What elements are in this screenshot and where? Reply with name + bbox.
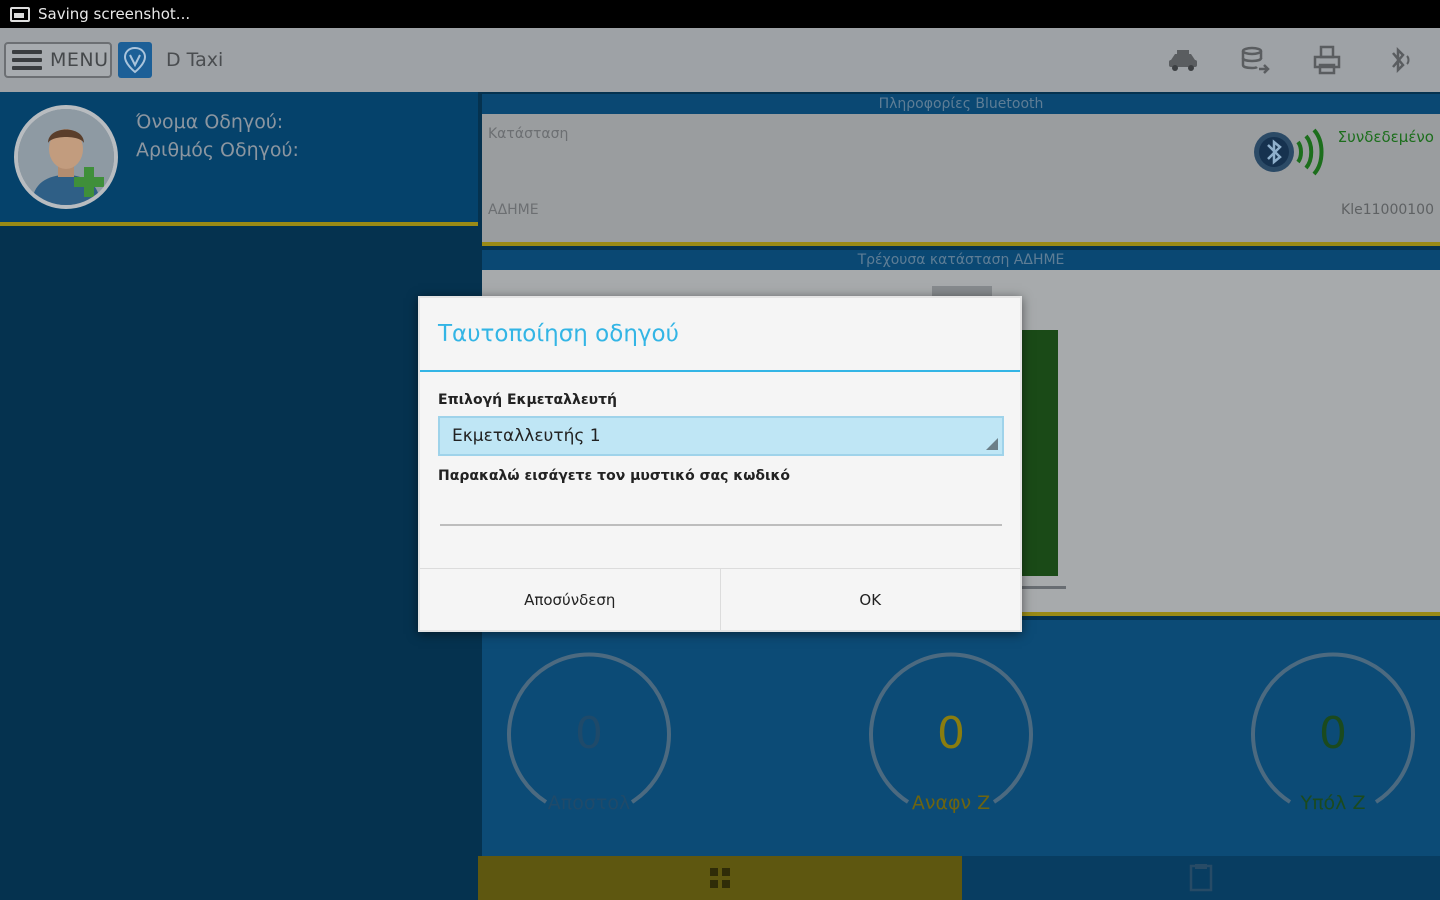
action-bar: MENU D Taxi [0,28,1440,92]
bluetooth-status-label: Κατάσταση [488,126,569,142]
grid-icon [710,868,730,888]
gauge-remaining-z-value: 0 [1319,708,1347,759]
adhme-value: Kle11000100 [1341,202,1434,218]
bluetooth-connected-icon [1252,122,1328,182]
adhme-label: ΑΔΗΜΕ [488,202,539,218]
bluetooth-info-panel: Πληροφορίες Bluetooth Κατάσταση Συνδεδεμ… [482,94,1440,246]
password-input[interactable] [440,512,1002,526]
menu-label: MENU [50,49,109,71]
taxi-icon[interactable] [1166,43,1200,77]
dialog-buttons: Αποσύνδεση OK [420,568,1020,630]
operator-select[interactable]: Εκμεταλλευτής 1 [438,416,1004,456]
status-text: Saving screenshot... [38,5,191,23]
gauge-sent-label: Αποστολ [547,792,631,814]
printer-icon[interactable] [1310,43,1344,77]
gauge-read-z: 0 Αναφν Ζ [866,652,1036,822]
dropdown-corner-icon [986,438,998,450]
operator-selected-value: Εκμεταλλευτής 1 [452,426,601,446]
app-title: D Taxi [166,49,224,71]
screenshot-icon [10,6,30,22]
driver-avatar[interactable] [14,105,118,209]
bottom-tab-bar [478,856,1440,900]
operator-label: Επιλογή Εκμεταλλευτή [438,392,617,408]
gauge-read-z-value: 0 [937,708,965,759]
tab-receipts[interactable] [962,856,1440,900]
logout-button[interactable]: Αποσύνδεση [420,569,720,630]
state-panel-header: Τρέχουσα κατάσταση ΑΔΗΜΕ [482,250,1440,270]
state-bar-base [1018,586,1066,589]
gauge-sent: 0 Αποστολ [504,652,674,822]
left-empty-panel [0,230,478,900]
driver-name-label: Όνομα Οδηγού: [136,111,284,133]
driver-number-label: Αριθμός Οδηγού: [136,139,299,161]
app-logo-icon [118,42,152,78]
driver-auth-dialog: Ταυτοποίηση οδηγού Επιλογή Εκμεταλλευτή … [418,296,1022,632]
ok-button[interactable]: OK [719,569,1020,630]
hamburger-icon [12,50,42,70]
bluetooth-panel-header: Πληροφορίες Bluetooth [482,94,1440,114]
driver-info-panel: Όνομα Οδηγού: Αριθμός Οδηγού: [0,92,478,226]
status-bar: Saving screenshot... [0,0,1440,28]
bluetooth-status-value: Συνδεδεμένο [1337,128,1434,146]
gauge-remaining-z-label: Υπόλ Ζ [1300,792,1366,814]
database-sync-icon[interactable] [1238,43,1272,77]
dialog-title: Ταυτοποίηση οδηγού [420,298,1020,372]
tab-dashboard[interactable] [478,856,962,900]
gauge-remaining-z: 0 Υπόλ Ζ [1248,652,1418,822]
menu-button[interactable]: MENU [4,42,112,78]
gauge-read-z-label: Αναφν Ζ [911,792,991,814]
gauges-panel: 0 Αποστολ 0 Αναφν Ζ 0 Υπόλ Ζ [482,620,1440,856]
password-label: Παρακαλώ εισάγετε τον μυστικό σας κωδικό [438,468,791,484]
document-icon [1189,864,1213,892]
state-level-bar [1018,330,1058,576]
bluetooth-icon[interactable] [1382,43,1416,77]
gauge-sent-value: 0 [575,708,603,759]
